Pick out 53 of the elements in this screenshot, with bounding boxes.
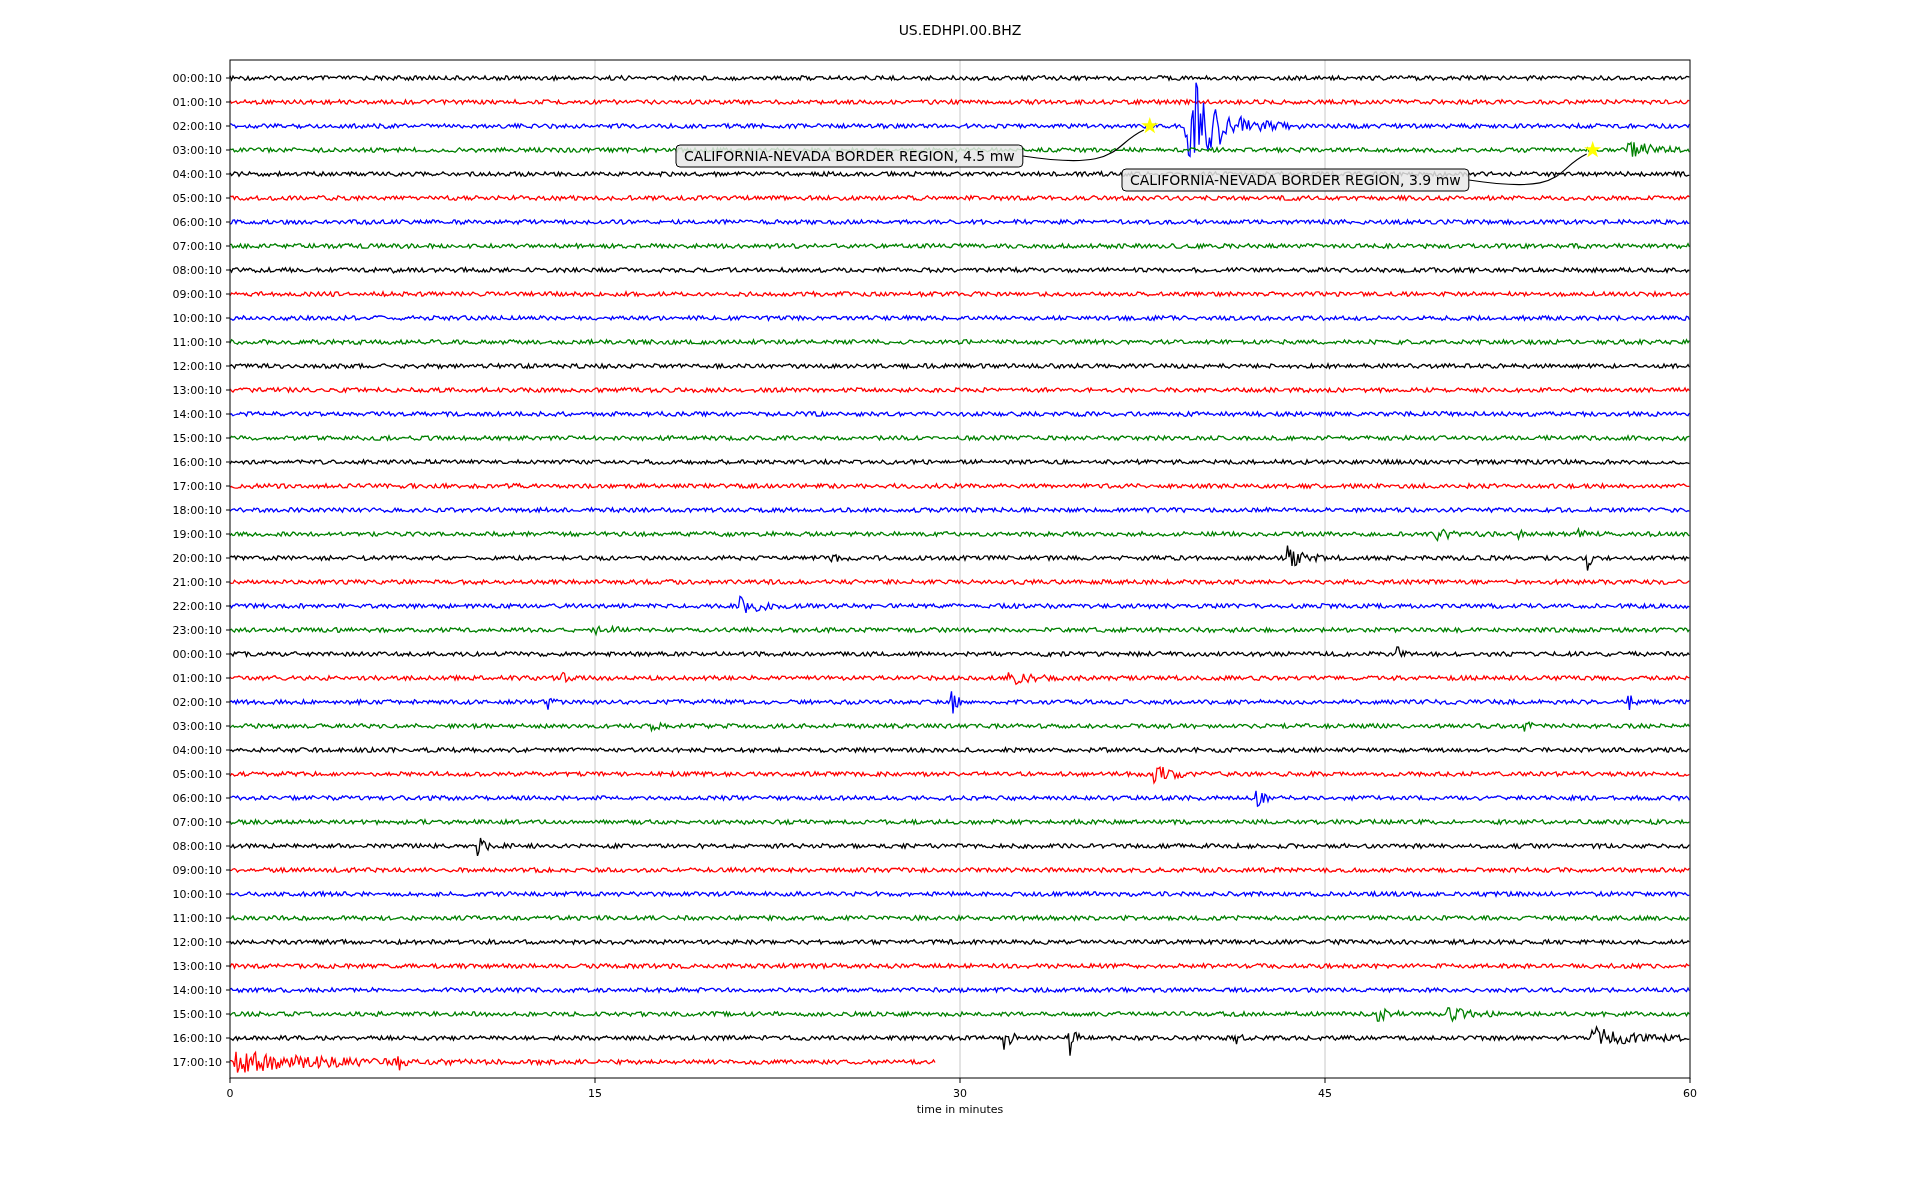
time-label: 02:00:10 [172, 696, 222, 709]
time-label: 12:00:10 [172, 936, 222, 949]
time-label: 15:00:10 [172, 1008, 222, 1021]
time-label: 01:00:10 [172, 96, 222, 109]
time-label: 06:00:10 [172, 216, 222, 229]
time-label: 14:00:10 [172, 984, 222, 997]
time-label: 04:00:10 [172, 168, 222, 181]
time-label: 17:00:10 [172, 1056, 222, 1069]
time-label: 05:00:10 [172, 192, 222, 205]
time-label: 00:00:10 [172, 72, 222, 85]
time-label: 08:00:10 [172, 264, 222, 277]
time-label: 22:00:10 [172, 600, 222, 613]
time-label: 16:00:10 [172, 456, 222, 469]
time-label: 03:00:10 [172, 720, 222, 733]
time-label: 00:00:10 [172, 648, 222, 661]
time-label: 15:00:10 [172, 432, 222, 445]
time-label: 02:00:10 [172, 120, 222, 133]
time-label: 11:00:10 [172, 912, 222, 925]
time-label: 04:00:10 [172, 744, 222, 757]
time-label: 11:00:10 [172, 336, 222, 349]
time-label: 12:00:10 [172, 360, 222, 373]
time-label: 10:00:10 [172, 312, 222, 325]
time-label: 09:00:10 [172, 864, 222, 877]
time-label: 14:00:10 [172, 408, 222, 421]
time-label: 10:00:10 [172, 888, 222, 901]
time-label: 08:00:10 [172, 840, 222, 853]
chart-title: US.EDHPI.00.BHZ [898, 22, 1022, 38]
time-label: 06:00:10 [172, 792, 222, 805]
axis-tick-label: 45 [1318, 1087, 1332, 1100]
time-label: 16:00:10 [172, 1032, 222, 1045]
axis-tick-label: 15 [588, 1087, 602, 1100]
time-label: 07:00:10 [172, 240, 222, 253]
time-label: 21:00:10 [172, 576, 222, 589]
time-label: 13:00:10 [172, 384, 222, 397]
time-label: 13:00:10 [172, 960, 222, 973]
time-label: 23:00:10 [172, 624, 222, 637]
axis-label: time in minutes [916, 1103, 1004, 1116]
time-label: 17:00:10 [172, 480, 222, 493]
time-label: 05:00:10 [172, 768, 222, 781]
time-label: 07:00:10 [172, 816, 222, 829]
axis-tick-label: 30 [953, 1087, 967, 1100]
time-label: 01:00:10 [172, 672, 222, 685]
time-label: 03:00:10 [172, 144, 222, 157]
time-label: 19:00:10 [172, 528, 222, 541]
event-label: CALIFORNIA-NEVADA BORDER REGION, 3.9 mw [1121, 168, 1470, 192]
time-label: 09:00:10 [172, 288, 222, 301]
time-label: 18:00:10 [172, 504, 222, 517]
event-label: CALIFORNIA-NEVADA BORDER REGION, 4.5 mw [675, 144, 1024, 168]
star-icon [1584, 141, 1602, 158]
time-label: 20:00:10 [172, 552, 222, 565]
star-icon [1141, 117, 1159, 134]
axis-tick-label: 60 [1683, 1087, 1697, 1100]
axis-tick-label: 0 [226, 1087, 234, 1100]
